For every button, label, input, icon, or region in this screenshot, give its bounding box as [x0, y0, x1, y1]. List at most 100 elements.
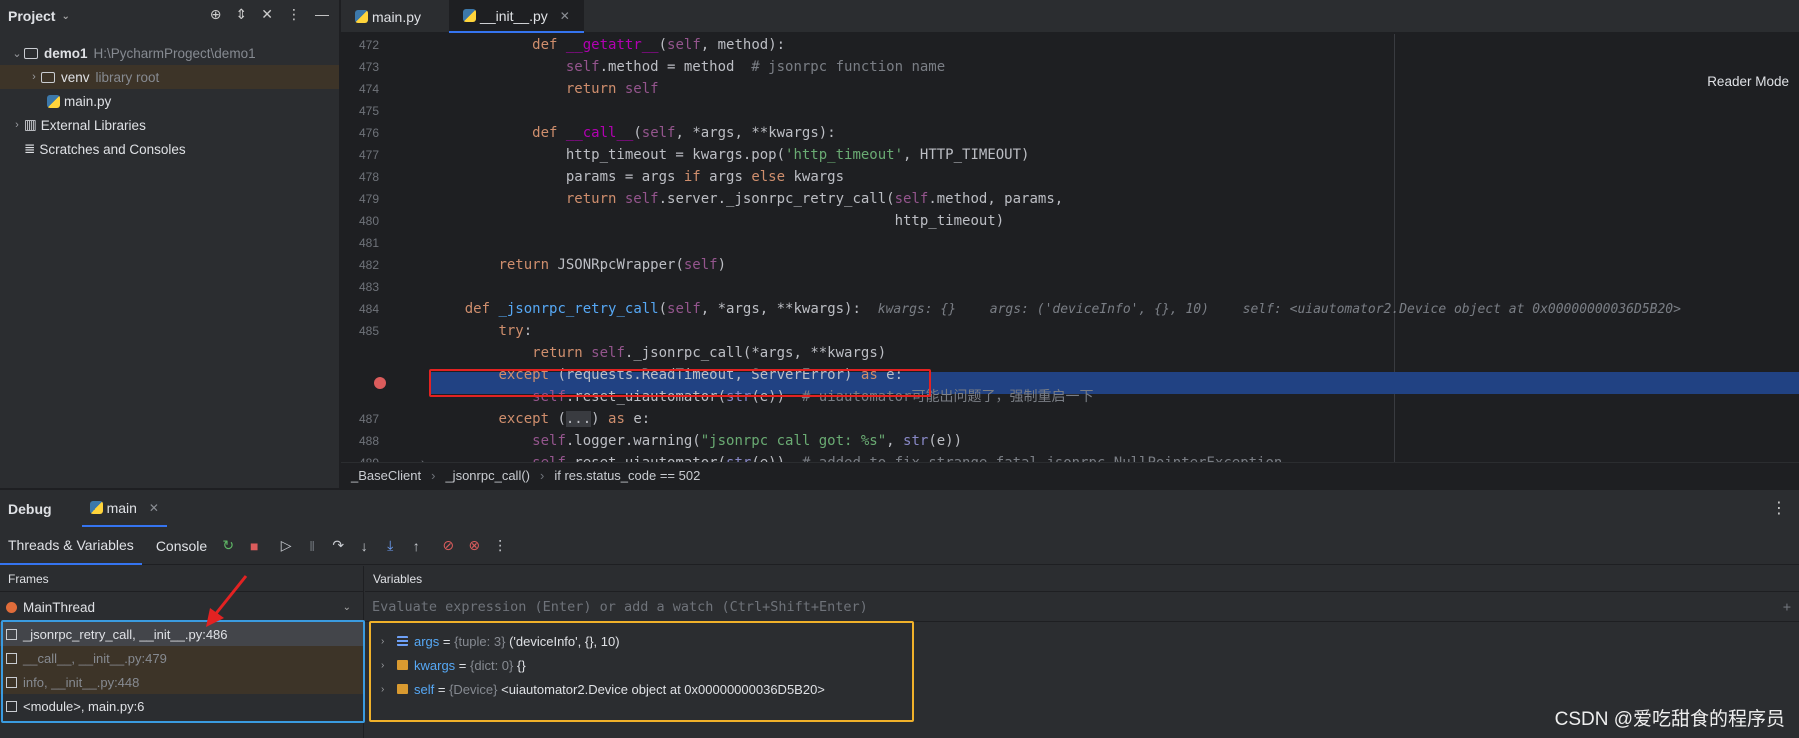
- breadcrumb: _BaseClient › _jsonrpc_call() › if res.s…: [341, 462, 1799, 488]
- step-out-icon[interactable]: ↑: [403, 538, 429, 554]
- line-number: 488: [358, 434, 379, 448]
- breadcrumb-item[interactable]: if res.status_code == 502: [554, 468, 700, 483]
- tab-threads-variables[interactable]: Threads & Variables: [0, 527, 142, 565]
- line-number: 479: [358, 192, 379, 206]
- debug-toolbar: Threads & Variables Console ↻ ■ ▷ ‖ ↷ ↓ …: [0, 527, 1799, 565]
- minimize-icon[interactable]: —: [315, 6, 329, 23]
- breadcrumb-separator-icon: ›: [540, 468, 545, 483]
- breadcrumb-separator-icon: ›: [431, 468, 436, 483]
- line-number: 482: [358, 258, 379, 272]
- code-editor[interactable]: 472 473 474 475 476 477 478 479 480 481 …: [341, 34, 1799, 462]
- line-number: 474: [358, 82, 379, 96]
- line-number: 484: [358, 302, 379, 316]
- pause-icon[interactable]: ‖: [299, 538, 325, 554]
- evaluate-expression-input[interactable]: Evaluate expression (Enter) or add a wat…: [365, 592, 1799, 622]
- library-icon: ▥: [24, 117, 37, 132]
- tab-main-py[interactable]: main.py: [341, 0, 435, 33]
- inline-hint-kwargs: kwargs: {}: [877, 302, 957, 317]
- highlight-box-frames: [1, 620, 365, 723]
- reader-mode-toggle[interactable]: Reader Mode: [1707, 74, 1789, 89]
- evaluate-placeholder: Evaluate expression (Enter) or add a wat…: [372, 598, 868, 615]
- line-number: 476: [358, 126, 379, 140]
- tree-item-demo1[interactable]: ⌄ demo1 H:\PycharmProgect\demo1: [0, 41, 339, 65]
- chevron-down-icon[interactable]: ⌄: [61, 11, 69, 22]
- close-icon[interactable]: ✕: [149, 501, 159, 515]
- python-file-icon: [355, 10, 368, 23]
- inline-hint-args: args: ('deviceInfo', {}, 10): [989, 302, 1209, 317]
- locate-icon[interactable]: ⊕: [210, 6, 222, 23]
- line-number: 478: [358, 170, 379, 184]
- more-options-icon[interactable]: ⋮: [1771, 498, 1787, 518]
- chevron-down-icon[interactable]: ⌄: [10, 47, 24, 60]
- gutter[interactable]: 472 473 474 475 476 477 478 479 480 481 …: [341, 34, 431, 462]
- resume-icon[interactable]: ▷: [273, 537, 299, 554]
- step-into-my-code-icon[interactable]: ⤓: [377, 537, 403, 554]
- watermark: CSDN @爱吃甜食的程序员: [1554, 709, 1785, 730]
- step-into-icon[interactable]: ↓: [351, 538, 377, 554]
- step-over-icon[interactable]: ↷: [325, 537, 351, 554]
- tree-item-external-libraries[interactable]: › ▥ External Libraries: [0, 113, 339, 137]
- tree-item-label: venv: [61, 69, 90, 85]
- project-title: Project: [8, 8, 56, 24]
- tree-item-scratches[interactable]: ≣ Scratches and Consoles: [0, 137, 339, 161]
- inline-hint-self: self: <uiautomator2.Device object at 0x0…: [1242, 302, 1681, 317]
- variables-header: Variables: [365, 566, 1799, 592]
- tab-label: __init__.py: [480, 7, 548, 24]
- scratches-icon: ≣: [24, 141, 36, 156]
- rerun-icon[interactable]: ↻: [215, 537, 241, 554]
- breadcrumb-item[interactable]: _jsonrpc_call(): [445, 468, 530, 483]
- editor-tabs: main.py __init__.py ✕: [341, 0, 1799, 33]
- tab-console[interactable]: Console: [148, 527, 215, 565]
- line-number: 477: [358, 148, 379, 162]
- tree-item-path: H:\PycharmProgect\demo1: [93, 45, 256, 61]
- chevron-right-icon[interactable]: ›: [10, 119, 24, 131]
- thread-selector[interactable]: MainThread ⌄: [0, 592, 363, 622]
- tree-item-main-py[interactable]: main.py: [0, 89, 339, 113]
- highlight-box-variables: [369, 621, 914, 722]
- line-number: 480: [358, 214, 379, 228]
- project-panel: Project ⌄ ⊕ ⇕ ✕ ⋮ — ⌄ demo1 H:\PycharmPr…: [0, 0, 340, 488]
- line-number: 489: [341, 452, 379, 462]
- run-tab-label: main: [106, 499, 137, 516]
- frames-header: Frames: [0, 566, 363, 592]
- line-number: 487: [358, 412, 379, 426]
- folder-icon: [24, 47, 38, 59]
- mute-breakpoints-icon[interactable]: ⊗: [461, 537, 487, 554]
- code-area[interactable]: def __getattr__(self, method): self.meth…: [431, 34, 1799, 462]
- thread-name: MainThread: [23, 599, 96, 615]
- python-run-icon: [89, 501, 103, 514]
- debug-header: Debug main ✕: [0, 490, 1799, 527]
- thread-status-icon: [6, 601, 17, 613]
- line-number: 472: [358, 38, 379, 52]
- debug-title: Debug: [8, 500, 52, 517]
- tree-item-venv[interactable]: › venv library root: [0, 65, 339, 89]
- breakpoint-icon[interactable]: [374, 377, 386, 389]
- tab-run-main[interactable]: main ✕: [81, 490, 167, 527]
- close-icon[interactable]: ✕: [560, 9, 570, 23]
- collapse-all-icon[interactable]: ✕: [261, 6, 273, 23]
- tab-init-py[interactable]: __init__.py ✕: [449, 0, 584, 33]
- tree-item-label: main.py: [64, 93, 112, 109]
- chevron-down-icon[interactable]: ⌄: [343, 602, 351, 613]
- project-toolbar: ⊕ ⇕ ✕ ⋮ —: [210, 6, 329, 23]
- chevron-right-icon[interactable]: ›: [27, 71, 41, 83]
- line-number: 483: [358, 280, 379, 294]
- stop-icon[interactable]: ■: [241, 538, 267, 554]
- folder-icon: [41, 71, 55, 83]
- highlight-box-current-line: [429, 369, 931, 397]
- add-watch-icon[interactable]: +: [1783, 599, 1791, 615]
- tree-item-label: demo1: [44, 45, 88, 61]
- more-actions-icon[interactable]: ⋮: [487, 537, 513, 554]
- more-options-icon[interactable]: ⋮: [287, 6, 301, 23]
- tab-label: main.py: [372, 8, 422, 25]
- breadcrumb-item[interactable]: _BaseClient: [351, 468, 421, 483]
- line-number: 485: [358, 324, 379, 338]
- fold-arrow-icon[interactable]: ›: [421, 452, 425, 462]
- view-breakpoints-icon[interactable]: ⊘: [435, 537, 461, 554]
- tree-item-note: library root: [95, 69, 160, 85]
- python-file-icon: [463, 9, 477, 22]
- line-number: 475: [358, 104, 379, 118]
- expand-all-icon[interactable]: ⇕: [236, 6, 248, 23]
- tree-item-label: Scratches and Consoles: [39, 141, 186, 157]
- line-number: 473: [358, 60, 379, 74]
